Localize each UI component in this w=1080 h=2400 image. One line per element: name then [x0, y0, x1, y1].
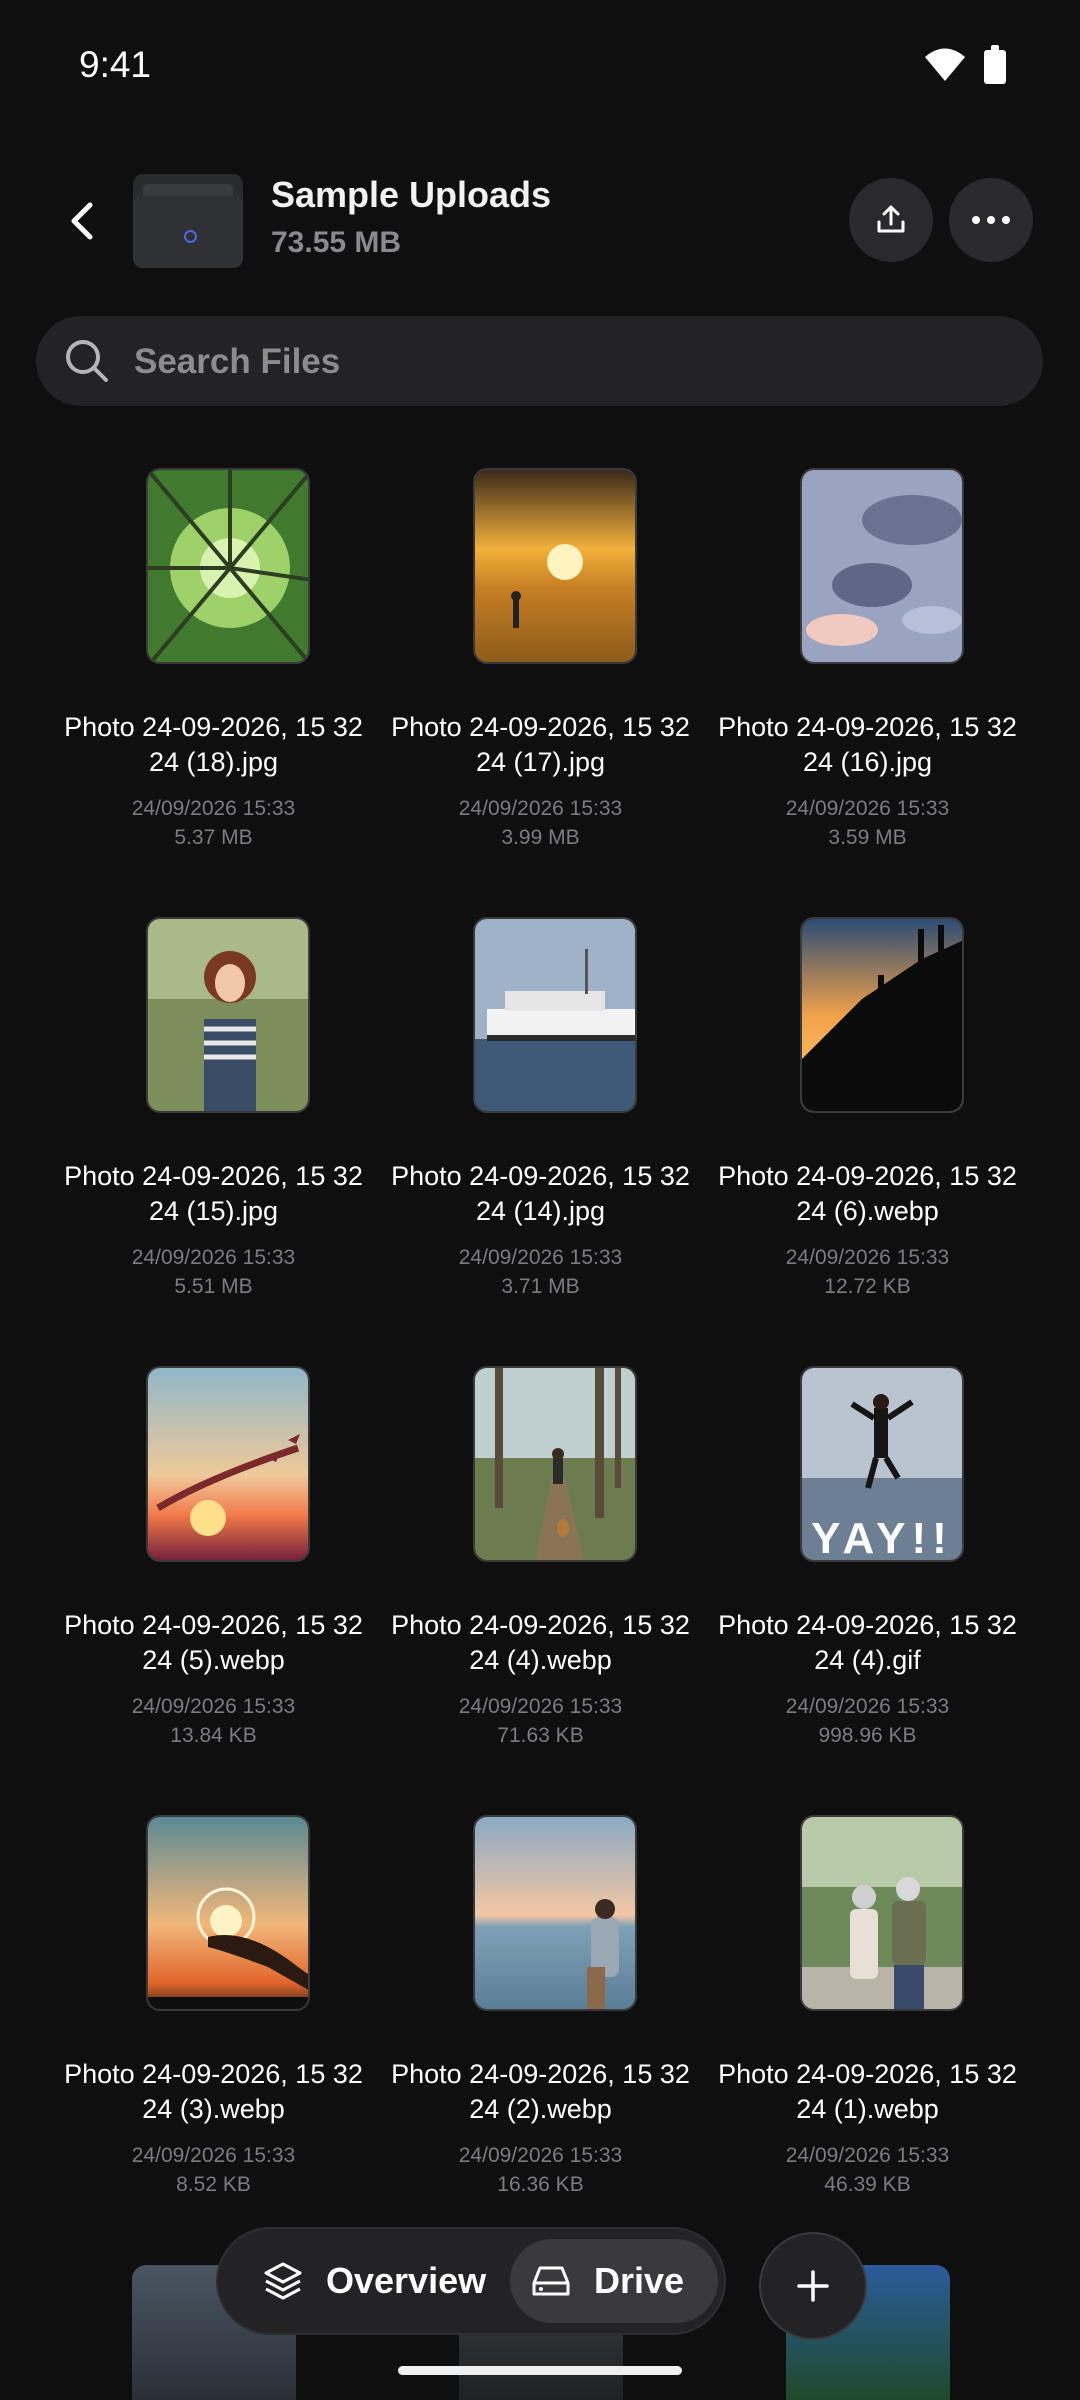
file-thumbnail[interactable] [146, 917, 310, 1113]
file-meta: 24/09/2026 15:33 8.52 KB [50, 2141, 377, 2199]
file-date: 24/09/2026 15:33 [458, 797, 623, 820]
nav-drive[interactable]: Drive [510, 2239, 718, 2323]
drive-icon [530, 2263, 572, 2299]
file-thumbnail[interactable]: YAY!! [800, 1366, 964, 1562]
file-name: Photo 24-09-2026, 15 32 24 (1).webp [718, 2059, 1017, 2124]
file-meta: 24/09/2026 15:33 998.96 KB [704, 1692, 1031, 1750]
file-size: 8.52 KB [176, 2173, 251, 2196]
file-date: 24/09/2026 15:33 [458, 2144, 623, 2167]
page-title: Sample Uploads [271, 174, 552, 215]
file-size: 12.72 KB [824, 1275, 911, 1298]
upload-icon [877, 205, 905, 233]
search-input[interactable] [132, 316, 1016, 408]
status-bar: 9:41 [0, 0, 1080, 130]
file-name: Photo 24-09-2026, 15 32 24 (17).jpg [391, 712, 690, 777]
file-date: 24/09/2026 15:33 [131, 797, 296, 820]
file-thumbnail[interactable] [473, 1815, 637, 2011]
file-size: 13.84 KB [170, 1724, 257, 1747]
layers-icon [262, 2260, 304, 2302]
file-meta: 24/09/2026 15:33 16.36 KB [377, 2141, 704, 2199]
file-thumbnail[interactable] [800, 917, 964, 1113]
file-size: 5.51 MB [174, 1275, 253, 1298]
search-icon [64, 338, 110, 389]
header: Sample Uploads 73.55 MB [0, 168, 1080, 274]
file-meta: 24/09/2026 15:33 71.63 KB [377, 1692, 704, 1750]
file-size: 16.36 KB [497, 2173, 584, 2196]
folder-size: 73.55 MB [271, 226, 402, 259]
nav-overview-label: Overview [326, 2260, 487, 2301]
upload-button[interactable] [849, 178, 933, 262]
file-meta: 24/09/2026 15:33 3.99 MB [377, 794, 704, 852]
file-size: 3.71 MB [501, 1275, 580, 1298]
file-name: Photo 24-09-2026, 15 32 24 (14).jpg [391, 1161, 690, 1226]
file-thumbnail[interactable] [800, 1815, 964, 2011]
file-thumbnail[interactable] [473, 468, 637, 664]
back-button[interactable] [48, 186, 118, 256]
file-size: 71.63 KB [497, 1724, 584, 1747]
file-thumbnail[interactable] [800, 468, 964, 664]
file-size: 998.96 KB [818, 1724, 917, 1747]
file-date: 24/09/2026 15:33 [458, 1246, 623, 1269]
file-date: 24/09/2026 15:33 [785, 1695, 950, 1718]
file-date: 24/09/2026 15:33 [785, 797, 950, 820]
file-size: 46.39 KB [824, 2173, 911, 2196]
file-name: Photo 24-09-2026, 15 32 24 (18).jpg [64, 712, 363, 777]
file-date: 24/09/2026 15:33 [131, 1246, 296, 1269]
file-name: Photo 24-09-2026, 15 32 24 (5).webp [64, 1610, 363, 1675]
more-icon [972, 216, 1010, 224]
bottom-nav: Overview Drive [216, 2227, 726, 2335]
file-meta: 24/09/2026 15:33 3.71 MB [377, 1243, 704, 1301]
wifi-icon [925, 48, 965, 87]
gif-caption: YAY!! [811, 1514, 953, 1562]
status-time: 9:41 [79, 44, 152, 85]
file-meta: 24/09/2026 15:33 3.59 MB [704, 794, 1031, 852]
add-button[interactable] [759, 2232, 867, 2340]
file-size: 3.99 MB [501, 826, 580, 849]
plus-icon [797, 2270, 829, 2302]
file-name: Photo 24-09-2026, 15 32 24 (2).webp [391, 2059, 690, 2124]
file-meta: 24/09/2026 15:33 5.37 MB [50, 794, 377, 852]
file-meta: 24/09/2026 15:33 12.72 KB [704, 1243, 1031, 1301]
file-size: 3.59 MB [828, 826, 907, 849]
battery-icon [984, 45, 1006, 84]
file-name: Photo 24-09-2026, 15 32 24 (6).webp [718, 1161, 1017, 1226]
file-date: 24/09/2026 15:33 [785, 2144, 950, 2167]
file-size: 5.37 MB [174, 826, 253, 849]
file-thumbnail[interactable] [146, 1366, 310, 1562]
file-date: 24/09/2026 15:33 [458, 1695, 623, 1718]
file-date: 24/09/2026 15:33 [131, 1695, 296, 1718]
file-thumbnail[interactable] [473, 917, 637, 1113]
file-name: Photo 24-09-2026, 15 32 24 (15).jpg [64, 1161, 363, 1226]
file-thumbnail[interactable] [146, 1815, 310, 2011]
nav-drive-label: Drive [594, 2260, 685, 2301]
file-name: Photo 24-09-2026, 15 32 24 (4).webp [391, 1610, 690, 1675]
file-meta: 24/09/2026 15:33 13.84 KB [50, 1692, 377, 1750]
search-bar[interactable] [36, 316, 1043, 408]
folder-thumbnail [133, 174, 243, 268]
back-arrow-icon [71, 202, 93, 240]
file-thumbnail[interactable] [146, 468, 310, 664]
file-meta: 24/09/2026 15:33 46.39 KB [704, 2141, 1031, 2199]
file-meta: 24/09/2026 15:33 5.51 MB [50, 1243, 377, 1301]
file-thumbnail[interactable] [473, 1366, 637, 1562]
more-options-button[interactable] [949, 178, 1033, 262]
nav-overview[interactable]: Overview [242, 2239, 512, 2323]
file-name: Photo 24-09-2026, 15 32 24 (16).jpg [718, 712, 1017, 777]
file-date: 24/09/2026 15:33 [131, 2144, 296, 2167]
file-date: 24/09/2026 15:33 [785, 1246, 950, 1269]
file-name: Photo 24-09-2026, 15 32 24 (4).gif [718, 1610, 1017, 1675]
file-name: Photo 24-09-2026, 15 32 24 (3).webp [64, 2059, 363, 2124]
home-indicator[interactable] [398, 2366, 682, 2375]
